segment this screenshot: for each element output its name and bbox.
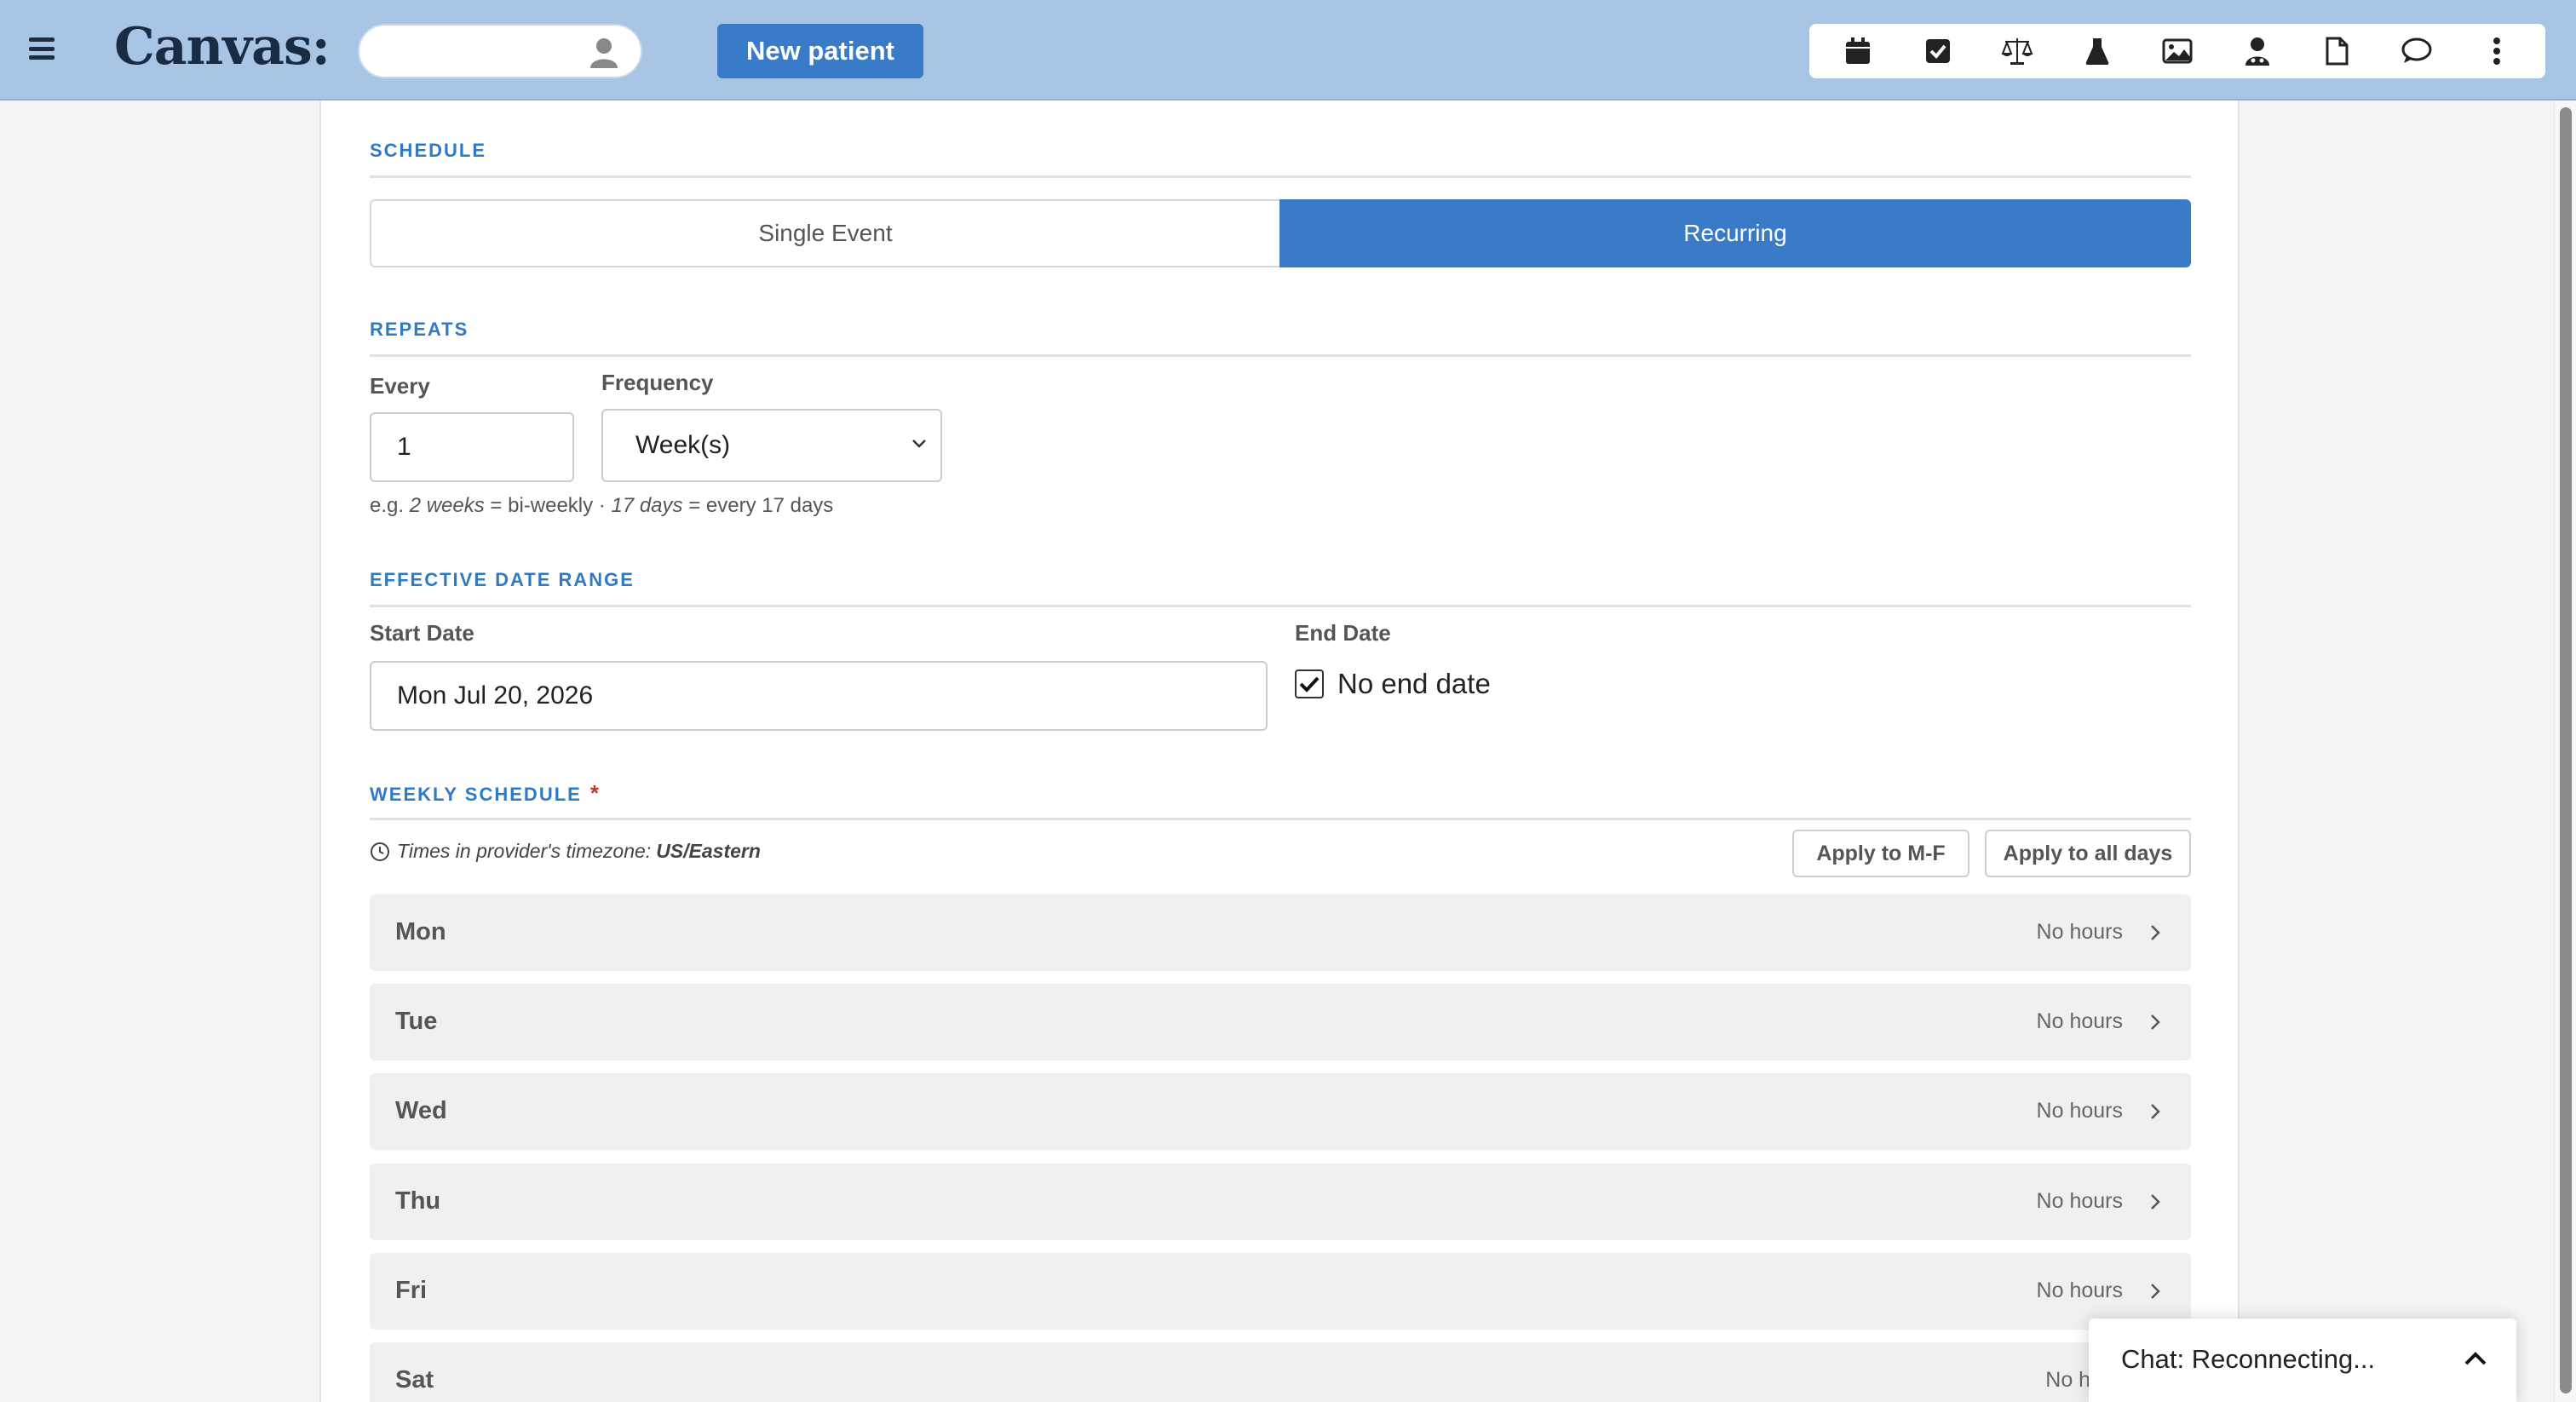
doctor-icon[interactable] (2240, 34, 2274, 68)
app-logo[interactable]: Canvas: (114, 17, 331, 77)
checkmark-icon (1299, 676, 1320, 692)
repeats-section-title: REPEATS (370, 319, 469, 340)
timezone-note: Times in provider's timezone: US/Eastern (370, 840, 761, 863)
start-date-label: Start Date (370, 620, 474, 646)
frequency-label: Frequency (601, 370, 714, 395)
top-bar: Canvas: New patient (0, 0, 2576, 101)
single-event-option[interactable]: Single Event (370, 199, 1279, 267)
no-end-date-label[interactable]: No end date (1337, 668, 1491, 700)
no-end-date-checkbox[interactable] (1295, 669, 1324, 698)
end-date-label: End Date (1295, 620, 1391, 646)
day-row-fri[interactable]: Fri No hours (370, 1253, 2191, 1330)
calendar-icon[interactable] (1841, 34, 1875, 68)
day-hours: No hours (2036, 1099, 2123, 1123)
divider (370, 175, 2191, 178)
timezone-value: US/Eastern (656, 840, 761, 862)
chat-widget[interactable]: Chat: Reconnecting... (2089, 1319, 2516, 1402)
required-mark: * (589, 780, 601, 806)
chevron-right-icon (2151, 1194, 2160, 1210)
day-hours: No hours (2036, 920, 2123, 944)
clock-icon (371, 842, 389, 861)
patient-search-input[interactable] (358, 24, 642, 78)
date-range-section-title: EFFECTIVE DATE RANGE (370, 569, 635, 590)
page-scrollbar[interactable] (2554, 101, 2576, 1402)
toolbar-icons (1809, 24, 2545, 78)
chevron-right-icon (2151, 925, 2160, 940)
chevron-down-icon (912, 440, 926, 448)
scales-icon[interactable] (2000, 34, 2034, 68)
day-row-mon[interactable]: Mon No hours (370, 894, 2191, 971)
every-value: 1 (397, 433, 411, 461)
new-patient-button[interactable]: New patient (717, 24, 923, 78)
chevron-right-icon (2151, 1104, 2160, 1119)
image-icon[interactable] (2160, 34, 2194, 68)
frequency-hint: e.g. 2 weeks = bi-weekly · 17 days = eve… (370, 494, 834, 517)
chevron-right-icon (2151, 1284, 2160, 1299)
day-label: Mon (395, 918, 446, 945)
every-input[interactable]: 1 (370, 412, 574, 482)
document-icon[interactable] (2320, 34, 2354, 68)
start-date-value: Mon Jul 20, 2026 (397, 681, 594, 710)
frequency-value: Week(s) (635, 431, 731, 459)
day-label: Fri (395, 1277, 428, 1304)
recurring-option[interactable]: Recurring (1279, 199, 2191, 267)
divider (370, 605, 2191, 607)
apply-mf-button[interactable]: Apply to M-F (1792, 830, 1969, 877)
day-hours: No hours (2036, 1189, 2123, 1213)
day-label: Thu (395, 1187, 441, 1215)
flask-icon[interactable] (2080, 34, 2114, 68)
chat-status: Chat: Reconnecting... (2121, 1344, 2376, 1374)
chevron-up-icon[interactable] (2464, 1351, 2487, 1366)
day-label: Wed (395, 1097, 447, 1124)
weekly-schedule-section-title: WEEKLY SCHEDULE * (370, 780, 601, 806)
chat-bubble-icon[interactable] (2400, 34, 2434, 68)
scrollbar-thumb[interactable] (2560, 107, 2572, 1393)
chevron-right-icon (2151, 1014, 2160, 1030)
day-row-sat[interactable]: Sat No ho (370, 1342, 2191, 1402)
schedule-section-title: SCHEDULE (370, 140, 487, 161)
divider (370, 818, 2191, 820)
day-label: Sat (395, 1366, 434, 1393)
day-row-tue[interactable]: Tue No hours (370, 984, 2191, 1060)
hamburger-menu-icon[interactable] (29, 37, 55, 60)
frequency-select[interactable]: Week(s) (601, 409, 942, 482)
day-label: Tue (395, 1008, 438, 1035)
person-icon (590, 38, 618, 68)
start-date-input[interactable]: Mon Jul 20, 2026 (370, 661, 1268, 731)
day-row-wed[interactable]: Wed No hours (370, 1073, 2191, 1150)
apply-all-days-button[interactable]: Apply to all days (1985, 830, 2191, 877)
checkbox-icon[interactable] (1921, 34, 1955, 68)
day-hours: No hours (2036, 1009, 2123, 1033)
every-label: Every (370, 373, 430, 399)
more-icon[interactable] (2480, 34, 2514, 68)
schedule-form-panel: SCHEDULE Single Event Recurring REPEATS … (319, 101, 2240, 1402)
day-row-thu[interactable]: Thu No hours (370, 1164, 2191, 1240)
day-hours: No hours (2036, 1278, 2123, 1302)
schedule-type-toggle: Single Event Recurring (370, 199, 2191, 267)
divider (370, 354, 2191, 357)
